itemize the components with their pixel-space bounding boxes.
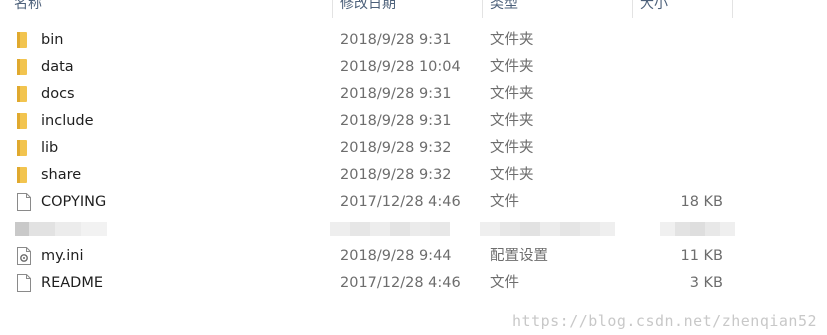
file-name: share xyxy=(41,167,82,183)
file-name: docs xyxy=(41,86,75,102)
file-type: 文件夹 xyxy=(490,140,534,156)
file-icon xyxy=(17,274,31,292)
file-name: bin xyxy=(41,32,64,48)
mosaic-blur xyxy=(660,222,735,236)
folder-icon xyxy=(17,86,27,102)
file-row-lib[interactable]: lib 2018/9/28 9:32 文件夹 xyxy=(0,135,827,162)
column-divider[interactable] xyxy=(332,0,333,18)
file-row-bin[interactable]: bin 2018/9/28 9:31 文件夹 xyxy=(0,27,827,54)
file-row-docs[interactable]: docs 2018/9/28 9:31 文件夹 xyxy=(0,81,827,108)
column-date-header[interactable]: 修改日期 xyxy=(340,0,396,18)
file-type: 文件 xyxy=(490,194,519,210)
file-type: 文件 xyxy=(490,275,519,291)
file-size xyxy=(600,54,723,81)
file-row-my-ini[interactable]: my.ini 2018/9/28 9:44 配置设置 11 KB xyxy=(0,243,827,270)
folder-icon xyxy=(17,167,27,183)
file-size xyxy=(600,108,723,135)
file-size: 3 KB xyxy=(689,275,723,291)
file-type: 文件夹 xyxy=(490,86,534,102)
file-size xyxy=(600,135,723,162)
column-divider[interactable] xyxy=(732,0,733,18)
file-type: 文件夹 xyxy=(490,113,534,129)
column-type-header[interactable]: 类型 xyxy=(490,0,518,18)
file-date: 2017/12/28 4:46 xyxy=(340,275,461,291)
file-type: 文件夹 xyxy=(490,32,534,48)
file-row-obscured[interactable] xyxy=(0,216,827,243)
config-file-icon xyxy=(17,247,31,265)
watermark: https://blog.csdn.net/zhenqian52 xyxy=(512,312,817,330)
file-date: 2018/9/28 9:32 xyxy=(340,140,452,156)
mosaic-blur xyxy=(480,222,615,236)
file-date: 2018/9/28 10:04 xyxy=(340,59,461,75)
file-row-include[interactable]: include 2018/9/28 9:31 文件夹 xyxy=(0,108,827,135)
file-date: 2018/9/28 9:31 xyxy=(340,32,452,48)
mosaic-blur xyxy=(330,222,450,236)
file-row-copying[interactable]: COPYING 2017/12/28 4:46 文件 18 KB xyxy=(0,189,827,216)
column-size-header[interactable]: 大小 xyxy=(640,0,668,18)
file-size: 18 KB xyxy=(680,194,723,210)
column-header: 名称 修改日期 类型 大小 xyxy=(0,0,827,18)
file-size xyxy=(600,27,723,54)
folder-icon xyxy=(17,59,27,75)
file-row-readme[interactable]: README 2017/12/28 4:46 文件 3 KB xyxy=(0,270,827,297)
file-size xyxy=(600,81,723,108)
folder-icon xyxy=(17,32,27,48)
column-name-header[interactable]: 名称 xyxy=(14,0,42,18)
file-list: bin 2018/9/28 9:31 文件夹 data 2018/9/28 10… xyxy=(0,27,827,297)
file-date: 2018/9/28 9:44 xyxy=(340,248,452,264)
column-divider[interactable] xyxy=(632,0,633,18)
file-row-data[interactable]: data 2018/9/28 10:04 文件夹 xyxy=(0,54,827,81)
file-name: README xyxy=(41,275,103,291)
file-type: 配置设置 xyxy=(490,248,548,264)
file-date: 2017/12/28 4:46 xyxy=(340,194,461,210)
file-row-share[interactable]: share 2018/9/28 9:32 文件夹 xyxy=(0,162,827,189)
file-type: 文件夹 xyxy=(490,167,534,183)
folder-icon xyxy=(17,113,27,129)
file-name: data xyxy=(41,59,74,75)
file-type: 文件夹 xyxy=(490,59,534,75)
file-date: 2018/9/28 9:31 xyxy=(340,86,452,102)
column-divider[interactable] xyxy=(482,0,483,18)
file-size xyxy=(600,162,723,189)
file-name: include xyxy=(41,113,94,129)
file-size: 11 KB xyxy=(680,248,723,264)
file-date: 2018/9/28 9:32 xyxy=(340,167,452,183)
mosaic-blur xyxy=(15,222,107,236)
file-name: my.ini xyxy=(41,248,84,264)
folder-icon xyxy=(17,140,27,156)
file-name: COPYING xyxy=(41,194,107,210)
file-icon xyxy=(17,193,31,211)
file-date: 2018/9/28 9:31 xyxy=(340,113,452,129)
file-name: lib xyxy=(41,140,59,156)
